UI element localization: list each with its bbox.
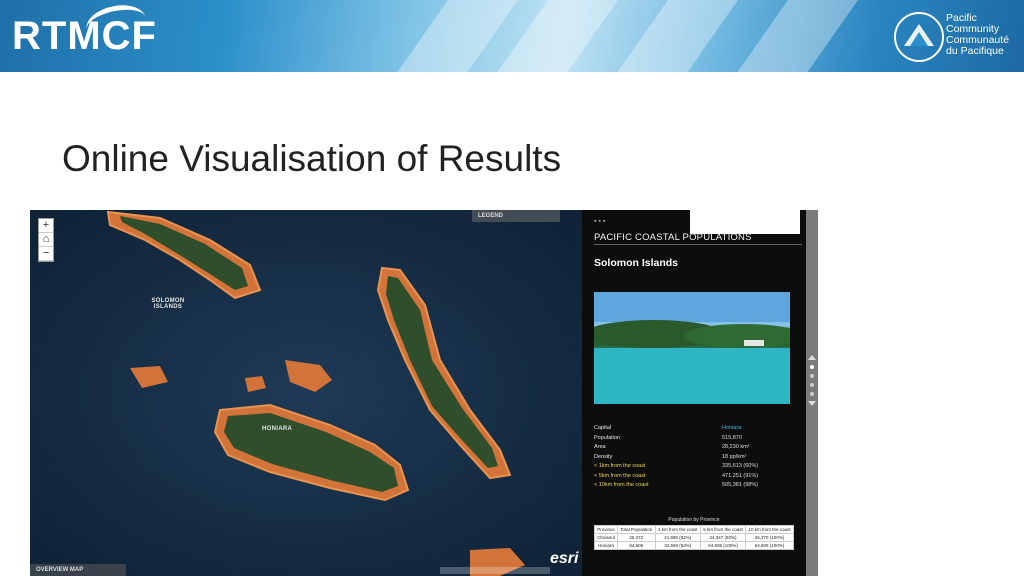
map-view[interactable]: + ⌂ − LEGEND SOLOMON ISLANDS HONIARA OVE… [30,210,582,576]
column-header: 5 km from the coast [699,525,747,534]
nav-dot[interactable] [810,365,814,369]
fact-row: Density 18 pp/km² [594,453,794,463]
esri-logo: esri [550,550,579,567]
nav-dot[interactable] [810,374,814,378]
fact-key: Area [594,444,606,450]
fact-value: 28,230 km² [722,444,750,450]
home-icon[interactable]: ⌂ [39,233,53,247]
legend-toggle[interactable]: LEGEND [472,210,560,222]
fact-key: Capital [594,425,612,431]
fact-value: 335,613 (60%) [722,463,759,469]
info-panel: ▪ ▪ ▪ PACIFIC COASTAL POPULATIONS Solomo… [582,210,806,576]
table-cell: 26,370 (100%) [745,533,794,542]
fact-value: 505,381 (98%) [722,482,759,488]
fact-value: 18 pp/km² [722,453,747,460]
map-label-honiara: HONIARA [262,426,293,432]
column-header: 1 km from the coast [654,525,701,534]
table-cell: 34,568 (53%) [654,541,701,550]
island-buffer [245,376,266,392]
province-table: Province Total Population 1 km from the … [594,525,794,550]
panel-nav-dots [808,350,816,411]
fact-row: < 10km from the coast 505,381 (98%) [594,481,794,491]
panel-divider [594,244,802,245]
table-cell: Choiseul [594,533,618,542]
legend-label: LEGEND [478,213,504,219]
fact-key: Density [594,453,613,460]
header-banner: RTMCF Pacific Community Communauté du Pa… [0,0,1024,72]
partner-logos [690,210,800,234]
nav-dot[interactable] [810,392,814,396]
province-table-title: Population by Province [668,517,720,523]
fact-key: < 1km from the coast [594,463,646,469]
country-photo [594,292,790,404]
share-icons[interactable]: ▪ ▪ ▪ [594,218,605,225]
nav-dot[interactable] [810,383,814,387]
org-line: du Pacifique [946,45,1004,57]
fact-value: 515,870 [722,434,742,441]
org-name: Pacific Community Communauté du Pacifiqu… [946,13,1009,57]
table-row: Choiseul 26,372 21,690 (82%) 24,347 (93%… [594,533,794,542]
islands-layer [106,210,525,576]
fact-key: < 5km from the coast [594,472,646,479]
table-cell: 64,606 (100%) [699,541,747,550]
fact-value: 471,251 (91%) [722,472,759,479]
fact-value: Honiara [722,425,742,431]
country-facts: Capital Honiara Population 515,870 Area 28,… [594,424,794,491]
map-attribution [440,567,550,574]
fact-key: Population [594,434,620,441]
table-cell: 24,347 (93%) [699,533,747,542]
island-buffer [285,360,332,392]
column-header: Province [594,525,618,534]
banner-stripe [583,0,767,72]
fact-row: < 1km from the coast 335,613 (60%) [594,462,794,472]
island-photo-art [594,292,790,404]
pacific-community-logo-icon [894,12,944,62]
island-buffer [130,366,168,388]
chevron-down-icon[interactable] [808,401,816,406]
country-name: Solomon Islands [594,257,679,269]
fact-row: Area 28,230 km² [594,443,794,453]
fact-row: < 5km from the coast 471,251 (91%) [594,472,794,482]
table-cell: Honiara [594,541,618,550]
zoom-out-button[interactable]: − [39,247,53,261]
table-cell: 21,690 (82%) [654,533,701,542]
overview-label: OVERVIEW MAP [36,567,84,573]
fact-key: < 10km from the coast [594,482,649,488]
table-cell: 64,606 (100%) [745,541,794,550]
table-cell: 64,609 [616,541,656,550]
fact-row: Capital Honiara [594,424,794,434]
zoom-in-button[interactable]: + [39,219,53,233]
panel-title: PACIFIC COASTAL POPULATIONS [594,232,752,243]
slide-title: Online Visualisation of Results [62,138,562,179]
embedded-app-screenshot: + ⌂ − LEGEND SOLOMON ISLANDS HONIARA OVE… [30,210,818,576]
table-cell: 26,372 [616,533,656,542]
zoom-controls: + ⌂ − [38,218,54,262]
chevron-up-icon[interactable] [808,355,816,360]
map-label-solomon: SOLOMON ISLANDS [151,298,185,310]
fact-row: Population 515,870 [594,434,794,444]
banner-stripe [703,0,887,72]
table-row: Honiara 64,609 34,568 (53%) 64,606 (100%… [594,541,794,550]
column-header: Total Population [616,525,656,534]
column-header: 10 km from the coast [745,525,794,534]
overview-map-toggle[interactable]: OVERVIEW MAP [30,564,126,576]
table-header-row: Province Total Population 1 km from the … [594,525,794,534]
